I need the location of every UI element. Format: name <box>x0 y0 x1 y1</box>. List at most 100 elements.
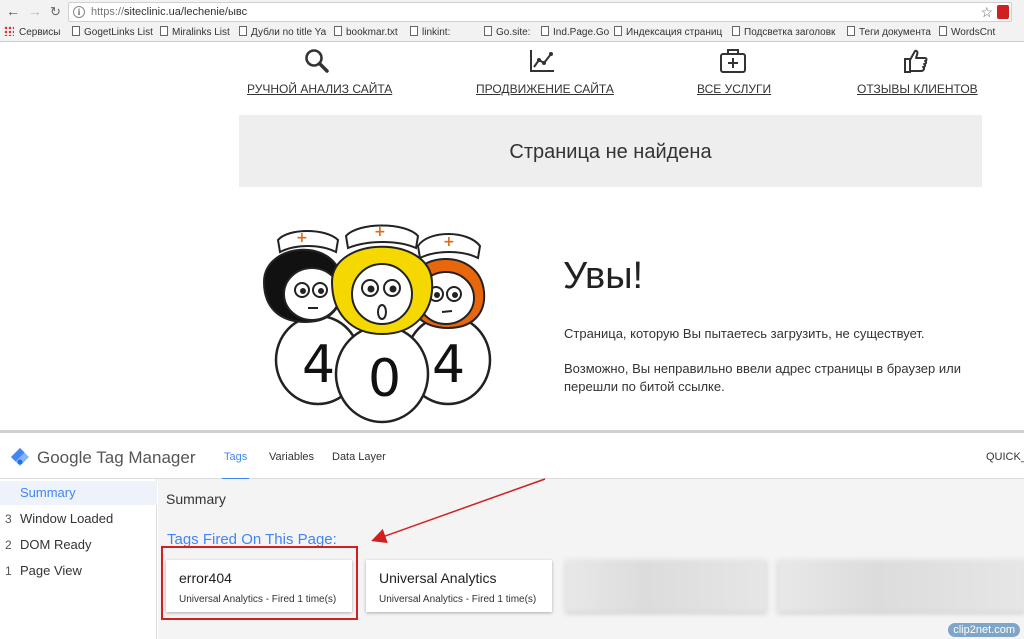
bookmark-item[interactable]: Ind.Page.Go <box>541 26 609 38</box>
url-text[interactable]: https://siteclinic.ua/lechenie/ывс <box>91 6 247 18</box>
bookmark-label: Дубли no title Ya <box>251 27 327 38</box>
extension-icon[interactable] <box>997 5 1009 19</box>
svg-text:+: + <box>443 234 455 250</box>
document-icon <box>939 26 947 36</box>
event-number: 3 <box>5 512 12 526</box>
gtm-preview-panel: Google Tag Manager Tags Variables Data L… <box>0 430 1024 639</box>
bookmark-label: bookmar.txt <box>346 27 398 38</box>
bookmark-label: GogetLinks List <box>84 27 153 38</box>
document-icon <box>410 26 418 36</box>
bookmark-item[interactable]: GogetLinks List <box>72 26 153 38</box>
bookmark-item[interactable]: Miralinks List <box>160 26 230 38</box>
tab-variables[interactable]: Variables <box>269 451 314 463</box>
not-found-banner: Страница не найдена <box>239 115 982 187</box>
medkit-icon <box>719 49 746 73</box>
not-found-title: Страница не найдена <box>509 141 712 163</box>
bookmark-item[interactable]: Дубли no title Ya <box>239 26 326 38</box>
gtm-header: Google Tag Manager Tags Variables Data L… <box>0 433 1024 480</box>
bookmark-item[interactable]: WordsCnt <box>939 26 995 38</box>
digit-four-left: 4 <box>302 335 335 395</box>
nav-manual-analysis[interactable]: РУЧНОЙ АНАЛИЗ САЙТА <box>247 48 392 96</box>
bookmark-apps[interactable]: Сервисы <box>4 26 60 38</box>
watermark: clip2net.com <box>948 623 1020 637</box>
event-label: Summary <box>20 485 76 500</box>
event-number: 1 <box>5 564 12 578</box>
bookmark-item[interactable]: linkint: <box>410 26 450 38</box>
tab-tags[interactable]: Tags <box>221 451 250 480</box>
bookmark-label: WordsCnt <box>951 27 996 38</box>
event-label: DOM Ready <box>20 537 92 552</box>
bookmark-label: Miralinks List <box>172 27 230 38</box>
bookmark-label: Go.site: <box>496 27 531 38</box>
highlight-box <box>161 546 358 620</box>
event-dom-ready[interactable]: 2 DOM Ready <box>0 533 157 557</box>
bookmarks-bar: Сервисы GogetLinks List Miralinks List Д… <box>0 24 1024 42</box>
line-chart-icon <box>530 50 554 72</box>
gtm-logo-icon <box>11 448 29 466</box>
svg-text:+: + <box>296 230 308 246</box>
digit-four-right: 4 <box>432 335 465 395</box>
error-text-primary: Страница, которую Вы пытаетесь загрузить… <box>564 326 925 341</box>
document-icon <box>541 26 549 36</box>
tag-card-redacted[interactable] <box>778 560 1024 612</box>
bookmark-label: linkint: <box>422 27 451 38</box>
bookmark-item[interactable]: Go.site: <box>484 26 530 38</box>
nav-label[interactable]: ВСЕ УСЛУГИ <box>697 82 771 96</box>
document-icon <box>484 26 492 36</box>
nav-label[interactable]: РУЧНОЙ АНАЛИЗ САЙТА <box>247 82 392 96</box>
bookmark-star-icon[interactable]: ☆ <box>980 4 993 21</box>
event-label: Window Loaded <box>20 511 114 526</box>
forward-arrow-icon[interactable]: → <box>28 3 42 19</box>
tag-fired-info: Universal Analytics - Fired 1 time(s) <box>379 594 537 605</box>
tag-name: Universal Analytics <box>379 570 497 586</box>
event-number: 2 <box>5 538 12 552</box>
container-id: QUICK_ <box>986 451 1024 463</box>
error-text-secondary: Возможно, Вы неправильно ввели адрес стр… <box>564 361 961 394</box>
bookmark-label: Теги документа <box>859 27 931 38</box>
nav-label[interactable]: ПРОДВИЖЕНИЕ САЙТА <box>476 82 614 96</box>
event-summary[interactable]: Summary <box>0 481 157 505</box>
event-label: Page View <box>20 563 82 578</box>
url-scheme: https:// <box>91 6 125 18</box>
document-icon <box>160 26 168 36</box>
search-icon <box>305 49 329 73</box>
tag-card-redacted[interactable] <box>566 560 766 612</box>
document-icon <box>72 26 80 36</box>
bookmark-item[interactable]: Подсветка заголовк <box>732 26 835 38</box>
bookmark-item[interactable]: Индексация страниц <box>614 26 722 38</box>
brand-google: Google <box>37 448 92 467</box>
info-icon[interactable]: i <box>73 6 85 18</box>
apps-grid-icon <box>4 26 14 36</box>
event-window-loaded[interactable]: 3 Window Loaded <box>0 507 157 531</box>
url-input[interactable]: i https://siteclinic.ua/lechenie/ывс ☆ <box>68 2 1012 22</box>
document-icon <box>732 26 740 36</box>
digit-zero: 0 <box>368 349 401 409</box>
url-path: siteclinic.ua/lechenie/ывс <box>124 6 248 18</box>
nav-client-reviews[interactable]: ОТЗЫВЫ КЛИЕНТОВ <box>857 48 978 96</box>
bookmark-label: Сервисы <box>19 27 61 38</box>
document-icon <box>334 26 342 36</box>
event-page-view[interactable]: 1 Page View <box>0 559 157 583</box>
nav-label[interactable]: ОТЗЫВЫ КЛИЕНТОВ <box>857 82 978 96</box>
gtm-event-sidebar: Summary 3 Window Loaded 2 DOM Ready 1 Pa… <box>0 479 157 639</box>
summary-title: Summary <box>166 491 226 507</box>
gtm-brand: Google Tag Manager <box>37 448 195 468</box>
brand-product: Tag Manager <box>96 448 196 467</box>
address-bar-row: ← → ↻ i https://siteclinic.ua/lechenie/ы… <box>0 0 1024 24</box>
error-heading: Увы! <box>563 255 644 297</box>
back-arrow-icon[interactable]: ← <box>6 3 20 19</box>
document-icon <box>614 26 622 36</box>
svg-text:+: + <box>374 224 386 240</box>
tab-data-layer[interactable]: Data Layer <box>332 451 386 463</box>
bookmark-item[interactable]: Теги документа <box>847 26 931 38</box>
nurses-404-illustration: + + + 4 0 4 <box>262 224 492 424</box>
thumbs-up-icon <box>903 49 927 73</box>
document-icon <box>239 26 247 36</box>
bookmark-label: Индексация страниц <box>626 27 723 38</box>
bookmark-label: Ind.Page.Go <box>553 27 610 38</box>
bookmark-item[interactable]: bookmar.txt <box>334 26 398 38</box>
nav-promotion[interactable]: ПРОДВИЖЕНИЕ САЙТА <box>476 48 614 96</box>
tag-card-universal-analytics[interactable]: Universal Analytics Universal Analytics … <box>366 560 552 612</box>
reload-icon[interactable]: ↻ <box>50 4 61 20</box>
nav-all-services[interactable]: ВСЕ УСЛУГИ <box>697 48 771 96</box>
